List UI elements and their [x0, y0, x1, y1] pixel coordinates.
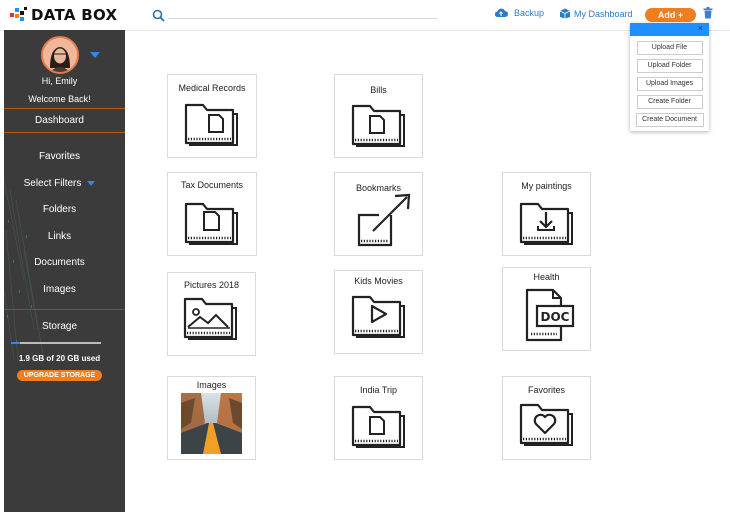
menu-item-upload-folder[interactable]: Upload Folder	[636, 59, 703, 73]
cloud-upload-icon	[494, 8, 508, 17]
dashboard-icon	[559, 8, 571, 19]
menu-item-upload-images[interactable]: Upload Images	[636, 77, 703, 91]
folder-card-images[interactable]: Images	[167, 376, 256, 460]
folder-card-favorites[interactable]: Favorites	[502, 376, 591, 460]
storage-title: Storage	[41, 321, 78, 332]
folder-label: Health	[533, 272, 560, 282]
svg-text:DOC: DOC	[541, 310, 570, 324]
folder-label: Bookmarks	[355, 183, 401, 193]
sidebar-item-links[interactable]: Links	[4, 231, 115, 242]
sidebar-item-folders[interactable]: Folders	[4, 204, 115, 215]
document-folder-icon	[184, 202, 238, 245]
add-menu: × Upload File Upload Folder Upload Image…	[630, 23, 709, 131]
folder-label: Favorites	[527, 385, 565, 395]
sidebar-item-select-filters[interactable]: Select Filters	[4, 178, 115, 189]
folder-label: Medical Records	[178, 83, 246, 93]
search-bar[interactable]	[152, 7, 438, 22]
welcome-text: Welcome Back!	[28, 94, 91, 104]
logo-mark-icon	[10, 7, 28, 23]
folder-card-my-paintings[interactable]: My paintings	[502, 172, 591, 256]
select-filters-label: Select Filters	[23, 178, 82, 189]
heart-folder-icon	[519, 403, 573, 446]
menu-item-create-document[interactable]: Create Document	[635, 113, 704, 127]
folder-card-kids-movies[interactable]: Kids Movies	[334, 270, 423, 354]
folder-card-tax-documents[interactable]: Tax Documents	[167, 172, 257, 256]
storage-progress-fill	[11, 342, 20, 344]
close-icon[interactable]: ×	[698, 23, 703, 33]
folder-label: Images	[196, 380, 227, 390]
user-greeting: Hi, Emily	[41, 76, 78, 86]
chevron-down-icon	[87, 180, 96, 186]
divider	[4, 108, 125, 109]
storage-progress-bar	[11, 342, 101, 344]
image-folder-icon	[183, 297, 237, 340]
download-folder-icon	[519, 202, 573, 245]
backup-label: Backup	[514, 8, 545, 18]
my-dashboard-link[interactable]: My Dashboard	[559, 8, 633, 19]
trash-icon[interactable]	[703, 7, 713, 19]
folder-label: Tax Documents	[180, 180, 244, 190]
doc-file-icon: DOC	[525, 288, 575, 342]
folder-label: My paintings	[521, 181, 572, 191]
folder-label: Pictures 2018	[183, 280, 240, 290]
folder-label: Kids Movies	[354, 276, 403, 286]
add-button[interactable]: Add +	[645, 8, 696, 22]
folder-label: India Trip	[359, 385, 398, 395]
photo-thumbnail	[181, 393, 242, 454]
dashboard-label: My Dashboard	[574, 8, 633, 19]
document-folder-icon	[184, 103, 238, 146]
folder-card-medical-records[interactable]: Medical Records	[167, 74, 257, 158]
storage-used-text: 1.9 GB of 20 GB used	[18, 354, 101, 363]
upgrade-storage-button[interactable]: UPGRADE STORAGE	[17, 370, 102, 381]
folder-card-bookmarks[interactable]: Bookmarks	[334, 172, 423, 256]
add-menu-header: ×	[630, 23, 709, 36]
document-folder-icon	[351, 104, 405, 147]
folder-label: Bills	[370, 85, 387, 95]
logo-text: DATA BOX	[31, 6, 118, 24]
video-folder-icon	[351, 295, 405, 338]
sidebar: Hi, Emily Welcome Back! Dashboard Favori…	[4, 30, 125, 512]
menu-item-create-folder[interactable]: Create Folder	[636, 95, 703, 109]
sidebar-item-images[interactable]: Images	[4, 284, 115, 295]
folder-card-bills[interactable]: Bills	[334, 74, 423, 158]
avatar-photo	[43, 38, 77, 72]
folder-card-pictures-2018[interactable]: Pictures 2018	[167, 272, 256, 356]
sidebar-item-documents[interactable]: Documents	[4, 257, 115, 268]
menu-item-upload-file[interactable]: Upload File	[636, 41, 703, 55]
sidebar-item-dashboard[interactable]: Dashboard	[4, 115, 115, 126]
backup-link[interactable]: Backup	[494, 8, 544, 18]
app-logo[interactable]: DATA BOX	[10, 6, 117, 24]
divider	[4, 132, 125, 133]
bookmark-link-icon	[357, 193, 411, 247]
folder-card-health[interactable]: Health DOC	[502, 267, 591, 351]
folder-card-india-trip[interactable]: India Trip	[334, 376, 423, 460]
top-bar: DATA BOX Backup My Dashboard Add +	[0, 0, 730, 31]
search-icon[interactable]	[152, 9, 165, 22]
user-avatar[interactable]	[41, 36, 79, 74]
divider	[4, 309, 125, 310]
chevron-down-icon[interactable]	[90, 52, 100, 58]
sidebar-item-favorites[interactable]: Favorites	[4, 151, 115, 162]
search-input[interactable]	[168, 18, 438, 19]
document-folder-icon	[351, 405, 405, 448]
